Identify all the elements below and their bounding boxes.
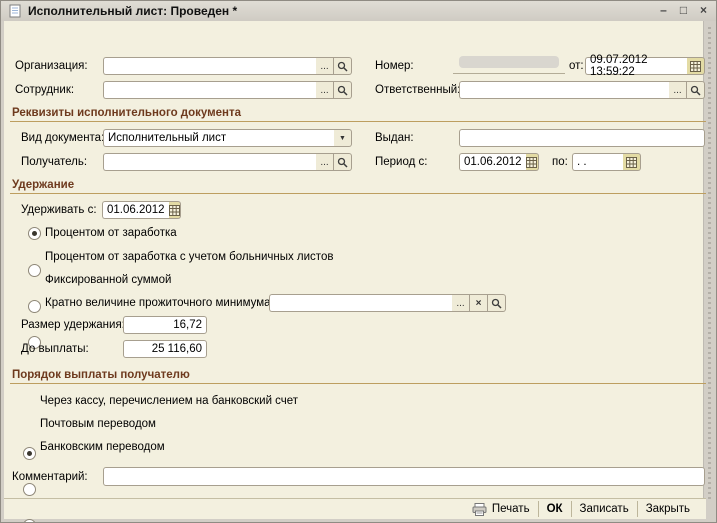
- close-button[interactable]: ×: [695, 4, 712, 18]
- organization-input[interactable]: [103, 57, 316, 75]
- magnifier-icon[interactable]: [334, 153, 352, 171]
- withholding-size-label: Размер удержания:: [21, 319, 125, 331]
- radio-percent-with-sick-leave[interactable]: [28, 264, 41, 277]
- radio-through-cashier[interactable]: [23, 447, 36, 460]
- save-button[interactable]: Записать: [572, 500, 637, 518]
- radio-label[interactable]: Кратно величине прожиточного минимума:: [45, 297, 274, 309]
- minimum-multiple-select-button[interactable]: ...: [452, 294, 470, 312]
- radio-label[interactable]: Процентом от заработка с учетом больничн…: [45, 251, 333, 263]
- issued-label: Выдан:: [375, 132, 414, 144]
- withholding-size-field-group: 16,72: [123, 316, 207, 334]
- maximize-button[interactable]: □: [675, 4, 692, 18]
- close-form-button[interactable]: Закрыть: [638, 500, 698, 518]
- to-payment-input[interactable]: 25 116,60: [123, 340, 207, 358]
- doc-type-label: Вид документа:: [21, 132, 105, 144]
- calendar-icon[interactable]: [168, 201, 181, 219]
- print-button-label: Печать: [491, 503, 530, 515]
- radio-label[interactable]: Почтовым переводом: [40, 418, 156, 430]
- radio-postal-transfer[interactable]: [23, 483, 36, 496]
- recipient-label: Получатель:: [21, 156, 88, 168]
- section-divider: [10, 121, 706, 122]
- recipient-select-button[interactable]: ...: [316, 153, 334, 171]
- withhold-from-label: Удерживать с:: [21, 204, 97, 216]
- period-to-label: по:: [552, 156, 568, 168]
- window-title: Исполнительный лист: Проведен *: [28, 4, 238, 18]
- document-icon: [8, 4, 22, 18]
- document-window: Исполнительный лист: Проведен * – □ × Де…: [0, 0, 717, 523]
- printer-icon: [472, 502, 487, 516]
- calendar-icon[interactable]: [525, 153, 539, 171]
- employee-field-group: ...: [103, 81, 352, 99]
- period-from-field-group: 01.06.2012: [459, 153, 539, 171]
- footer-buttons: Печать ОК Записать Закрыть: [4, 499, 706, 519]
- recipient-input[interactable]: [103, 153, 316, 171]
- issued-field-group: [459, 129, 705, 147]
- chevron-down-icon[interactable]: ▼: [334, 129, 352, 147]
- comment-label: Комментарий:: [12, 471, 88, 483]
- calendar-icon[interactable]: [687, 57, 705, 75]
- withhold-from-field-group: 01.06.2012: [102, 201, 181, 219]
- organization-field-group: ...: [103, 57, 352, 75]
- magnifier-icon[interactable]: [334, 81, 352, 99]
- organization-select-button[interactable]: ...: [316, 57, 334, 75]
- radio-label[interactable]: Процентом от заработка: [45, 227, 177, 239]
- period-from-input[interactable]: 01.06.2012: [459, 153, 526, 171]
- responsible-select-button[interactable]: ...: [669, 81, 687, 99]
- radio-label[interactable]: Банковским переводом: [40, 441, 165, 453]
- comment-input[interactable]: [103, 467, 705, 486]
- issued-input[interactable]: [459, 129, 705, 147]
- to-payment-field-group: 25 116,60: [123, 340, 207, 358]
- clear-icon[interactable]: ×: [470, 294, 488, 312]
- responsible-label: Ответственный:: [375, 84, 461, 96]
- magnifier-icon[interactable]: [687, 81, 705, 99]
- period-to-input[interactable]: . .: [572, 153, 623, 171]
- section-divider: [10, 383, 706, 384]
- radio-percent-of-earnings[interactable]: [28, 227, 41, 240]
- calendar-icon[interactable]: [623, 153, 641, 171]
- employee-input[interactable]: [103, 81, 316, 99]
- recipient-field-group: ...: [103, 153, 352, 171]
- minimum-multiple-input[interactable]: [269, 294, 452, 312]
- magnifier-icon[interactable]: [334, 57, 352, 75]
- withholding-size-input[interactable]: 16,72: [123, 316, 207, 334]
- magnifier-icon[interactable]: [488, 294, 506, 312]
- titlebar[interactable]: Исполнительный лист: Проведен * – □ ×: [1, 1, 716, 21]
- radio-fixed-sum[interactable]: [28, 300, 41, 313]
- section-divider: [10, 193, 706, 194]
- number-label: Номер:: [375, 60, 414, 72]
- doc-date-field-group: 09.07.2012 13:59:22: [585, 54, 705, 78]
- requisites-section-title: Реквизиты исполнительного документа: [12, 107, 242, 119]
- to-payment-label: До выплаты:: [21, 343, 89, 355]
- organization-label: Организация:: [15, 60, 88, 72]
- responsible-input[interactable]: [459, 81, 669, 99]
- comment-field-group: [103, 467, 705, 486]
- period-to-field-group: . .: [572, 153, 641, 171]
- minimize-button[interactable]: –: [655, 4, 672, 18]
- doc-type-field-group: Исполнительный лист ▼: [103, 129, 352, 147]
- ok-button[interactable]: ОК: [539, 500, 571, 518]
- responsible-field-group: ...: [459, 81, 705, 99]
- doc-type-select[interactable]: Исполнительный лист: [103, 129, 334, 147]
- radio-label[interactable]: Фиксированной суммой: [45, 274, 171, 286]
- print-button[interactable]: Печать: [464, 500, 538, 518]
- period-from-label: Период с:: [375, 156, 428, 168]
- employee-select-button[interactable]: ...: [316, 81, 334, 99]
- date-from-label: от:: [569, 60, 584, 72]
- number-value-redacted: [459, 56, 559, 68]
- radio-label[interactable]: Через кассу, перечислением на банковский…: [40, 395, 298, 407]
- minimum-multiple-field-group: ... ×: [269, 294, 506, 312]
- payment-section-title: Порядок выплаты получателю: [12, 369, 190, 381]
- doc-date-input[interactable]: 09.07.2012 13:59:22: [585, 54, 687, 78]
- withholding-section-title: Удержание: [12, 179, 75, 191]
- employee-label: Сотрудник:: [15, 84, 75, 96]
- withhold-from-input[interactable]: 01.06.2012: [102, 201, 169, 219]
